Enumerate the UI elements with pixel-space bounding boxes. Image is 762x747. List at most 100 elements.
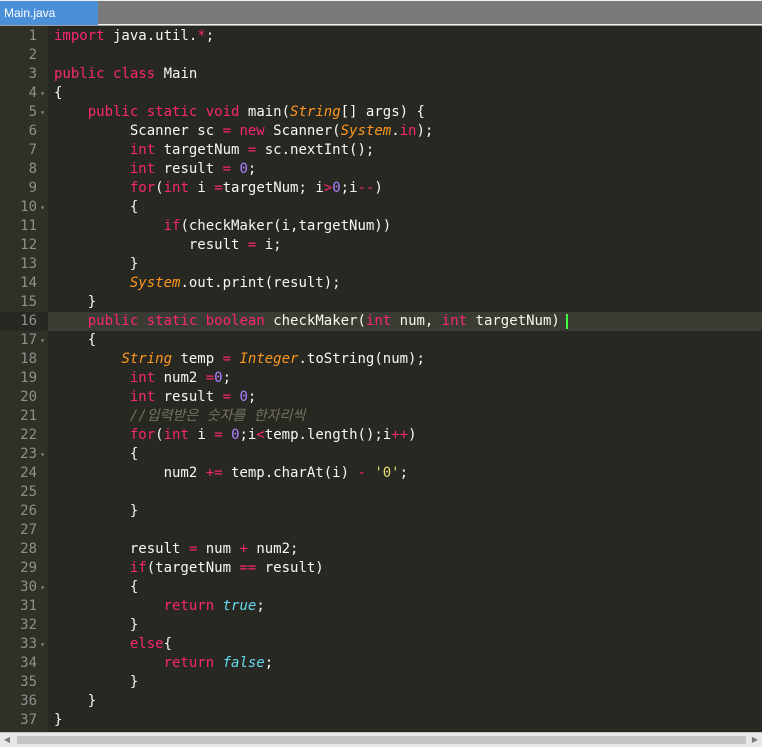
code-line[interactable]: 23 ▾ { — [0, 445, 762, 464]
code-token: class — [113, 66, 156, 82]
code-text: { — [54, 445, 138, 464]
code-text: { — [54, 331, 96, 350]
code-token: 0 — [332, 180, 341, 196]
code-line[interactable]: 21 //입력받은 숫자를 한자리씩 — [0, 407, 762, 426]
code-line[interactable]: 10 ▾ { — [0, 198, 762, 217]
scroll-right-icon[interactable]: ▶ — [748, 733, 762, 747]
code-line[interactable]: 37} — [0, 711, 762, 730]
code-token: { — [54, 446, 139, 462]
code-line[interactable]: 32 } — [0, 616, 762, 635]
code-line[interactable]: 18 String temp = Integer.toString(num); — [0, 350, 762, 369]
scroll-left-icon[interactable]: ◀ — [0, 733, 14, 747]
code-token: static — [146, 104, 198, 120]
code-line[interactable]: 1 import java.util.*; — [0, 27, 762, 46]
code-text: } — [54, 293, 96, 312]
code-token: targetNum; i — [222, 180, 324, 196]
code-line[interactable]: 17 ▾ { — [0, 331, 762, 350]
code-line[interactable]: 35 } — [0, 673, 762, 692]
code-token: i — [188, 427, 215, 443]
line-number: 13 — [0, 255, 48, 274]
code-line[interactable]: 22 for(int i = 0;i<temp.length();i++) — [0, 426, 762, 445]
code-line[interactable]: 4 ▾ { — [0, 84, 762, 103]
code-token: result — [54, 541, 189, 557]
code-line[interactable]: 16 public static boolean checkMaker(int … — [0, 312, 762, 331]
code-token: } — [54, 294, 97, 310]
scrollbar-thumb[interactable] — [17, 736, 746, 744]
code-line[interactable]: 20 int result = 0; — [0, 388, 762, 407]
line-number-text: 30 — [20, 579, 37, 595]
line-number-text: 18 — [20, 351, 37, 367]
code-token: ; — [264, 655, 274, 671]
line-number: 29 — [0, 559, 48, 578]
code-line[interactable]: 30 ▾ { — [0, 578, 762, 597]
fold-arrow-icon[interactable]: ▾ — [40, 445, 45, 464]
line-number-text: 10 — [20, 199, 37, 215]
line-number: 15 — [0, 293, 48, 312]
code-line[interactable]: 25 — [0, 483, 762, 502]
code-line[interactable]: 15 } — [0, 293, 762, 312]
code-token: + — [239, 541, 248, 557]
code-line[interactable]: 36 } — [0, 692, 762, 711]
line-number-text: 6 — [28, 123, 37, 139]
code-token: ;i — [340, 180, 358, 196]
code-line[interactable]: 14 System.out.print(result); — [0, 274, 762, 293]
code-line[interactable]: 31 return true; — [0, 597, 762, 616]
code-text: for(int i =targetNum; i>0;i--) — [54, 179, 383, 198]
code-token: main( — [239, 104, 291, 120]
fold-arrow-icon[interactable]: ▾ — [40, 103, 45, 122]
code-token: num2; — [247, 541, 299, 557]
code-line[interactable]: 9 for(int i =targetNum; i>0;i--) — [0, 179, 762, 198]
code-line[interactable]: 8 int result = 0; — [0, 160, 762, 179]
code-line[interactable]: 12 result = i; — [0, 236, 762, 255]
code-token: = — [222, 123, 232, 139]
code-token: } — [54, 503, 139, 519]
code-line[interactable]: 33 ▾ else{ — [0, 635, 762, 654]
line-number: 24 — [0, 464, 48, 483]
code-token: ; — [247, 161, 257, 177]
code-token: result — [155, 161, 223, 177]
line-number-text: 29 — [20, 560, 37, 576]
line-number-text: 27 — [20, 522, 37, 538]
code-token: for — [129, 427, 156, 443]
code-line[interactable]: 11 if(checkMaker(i,targetNum)) — [0, 217, 762, 236]
code-line[interactable]: 7 int targetNum = sc.nextInt(); — [0, 141, 762, 160]
code-line[interactable]: 29 if(targetNum == result) — [0, 559, 762, 578]
line-number: 35 — [0, 673, 48, 692]
code-line[interactable]: 5 ▾ public static void main(String[] args… — [0, 103, 762, 122]
fold-arrow-icon[interactable]: ▾ — [40, 331, 45, 350]
fold-arrow-icon[interactable]: ▾ — [40, 198, 45, 217]
line-number-text: 35 — [20, 674, 37, 690]
code-line[interactable]: 19 int num2 =0; — [0, 369, 762, 388]
line-number-text: 13 — [20, 256, 37, 272]
tab-main-java[interactable]: Main.java — [0, 1, 98, 25]
fold-arrow-icon[interactable]: ▾ — [40, 635, 45, 654]
code-line[interactable]: 27 — [0, 521, 762, 540]
code-line[interactable]: 24 num2 += temp.charAt(i) - '0'; — [0, 464, 762, 483]
code-token: ; — [222, 370, 232, 386]
code-line[interactable]: 6 Scanner sc = new Scanner(System.in); — [0, 122, 762, 141]
code-line[interactable]: 34 return false; — [0, 654, 762, 673]
code-token: ) — [408, 427, 417, 443]
code-token: Main — [155, 66, 198, 82]
line-number-text: 37 — [20, 712, 37, 728]
code-text: num2 += temp.charAt(i) - '0'; — [54, 464, 408, 483]
code-token: i; — [256, 237, 282, 253]
code-line[interactable]: 28 result = num + num2; — [0, 540, 762, 559]
code-line[interactable]: 2 — [0, 46, 762, 65]
code-line[interactable]: 13 } — [0, 255, 762, 274]
horizontal-scrollbar[interactable]: ◀ ▶ — [0, 732, 762, 747]
fold-arrow-icon[interactable]: ▾ — [40, 84, 45, 103]
code-token: sc.nextInt(); — [256, 142, 375, 158]
code-text: if(checkMaker(i,targetNum)) — [54, 217, 392, 236]
code-token: { — [163, 636, 173, 652]
code-text: Scanner sc = new Scanner(System.in); — [54, 122, 434, 141]
fold-arrow-icon[interactable]: ▾ — [40, 578, 45, 597]
code-line[interactable]: 3 public class Main — [0, 65, 762, 84]
code-token: ;i — [239, 427, 257, 443]
code-line[interactable]: 26 } — [0, 502, 762, 521]
line-number: 21 — [0, 407, 48, 426]
code-token: 0 — [239, 161, 248, 177]
code-editor[interactable]: 1 import java.util.*; 2 3 public class Main 4… — [0, 26, 762, 732]
